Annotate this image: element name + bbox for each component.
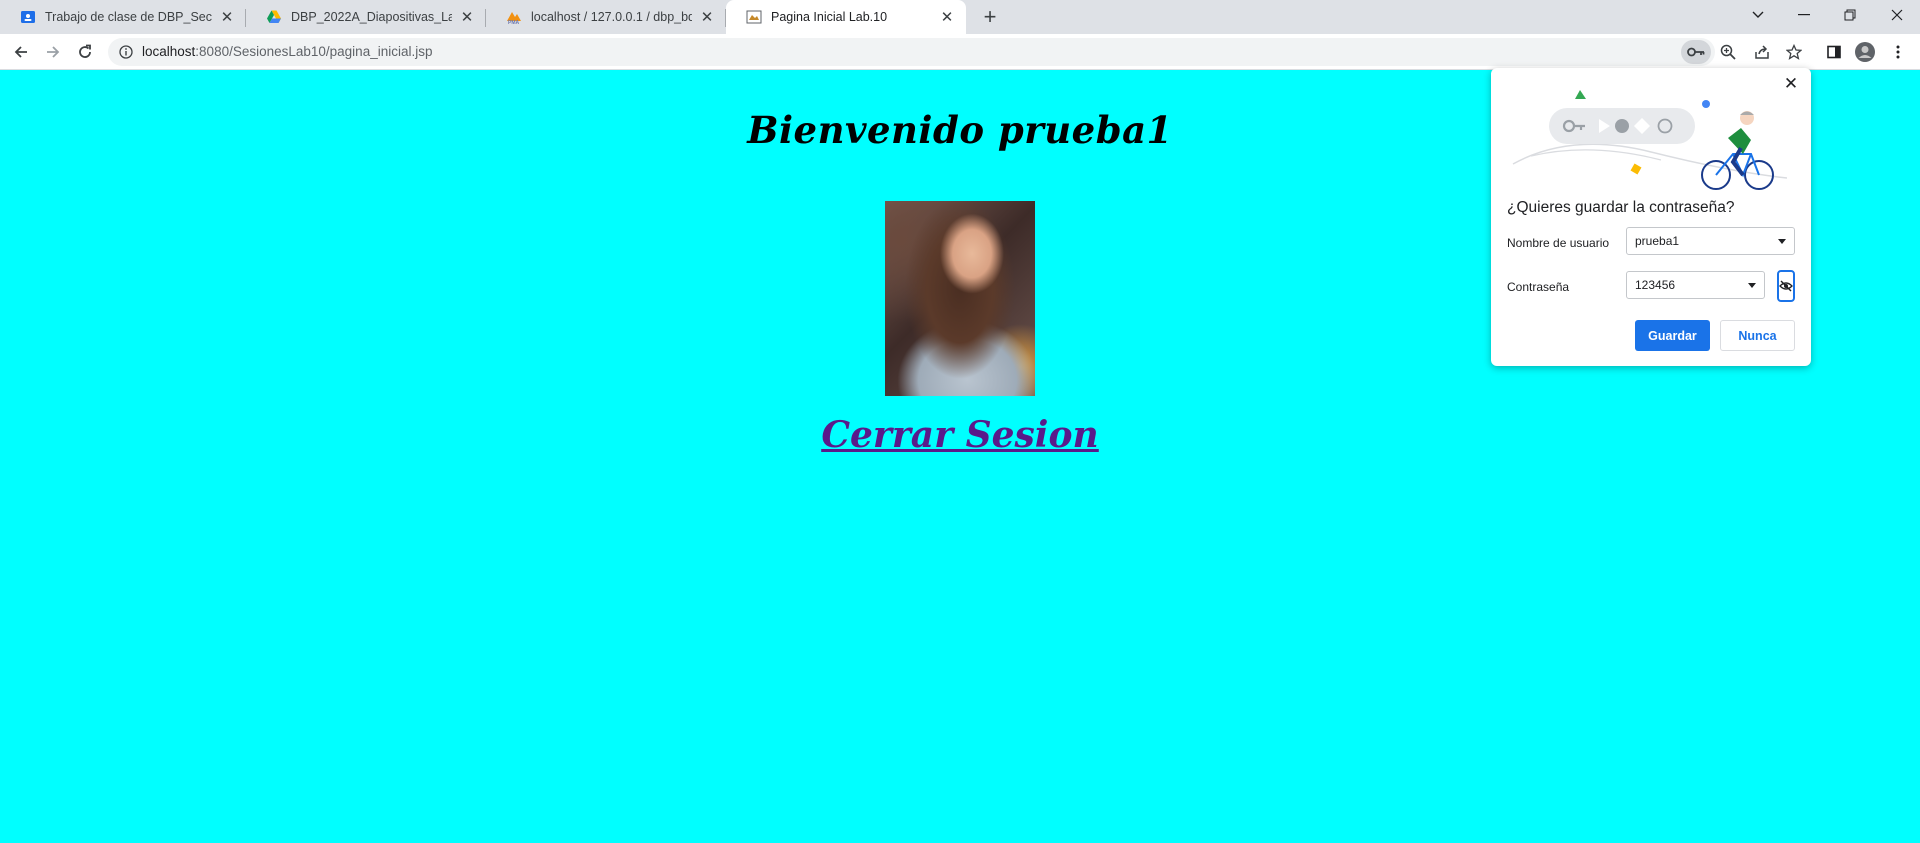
phpmyadmin-icon: PMA xyxy=(506,9,522,25)
password-illustration-icon xyxy=(1512,90,1787,190)
logout-link[interactable]: Cerrar Sesion xyxy=(0,414,1920,456)
logout-link-text[interactable]: Cerrar Sesion xyxy=(821,414,1098,456)
classroom-icon xyxy=(20,9,36,25)
url-host: localhost xyxy=(142,44,196,59)
profile-avatar-icon[interactable] xyxy=(1853,40,1877,64)
tab-title: localhost / 127.0.0.1 / dbp_bd_cookies xyxy=(531,10,692,24)
username-label: Nombre de usuario xyxy=(1507,236,1610,250)
tab-search-icon[interactable] xyxy=(1735,0,1781,30)
close-tab-icon[interactable]: ✕ xyxy=(218,8,236,26)
tab-phpmyadmin[interactable]: PMA localhost / 127.0.0.1 / dbp_bd_cooki… xyxy=(486,0,726,34)
never-save-button[interactable]: Nunca xyxy=(1720,320,1795,351)
tab-classroom[interactable]: Trabajo de clase de DBP_SecA_2022A ✕ xyxy=(0,0,246,34)
tab-strip: Trabajo de clase de DBP_SecA_2022A ✕ DBP… xyxy=(0,0,1920,34)
save-password-question: ¿Quieres guardar la contraseña? xyxy=(1507,199,1735,216)
eye-off-icon xyxy=(1779,280,1793,292)
new-tab-button[interactable]: + xyxy=(977,4,1003,29)
tab-title: DBP_2022A_Diapositivas_Lab_10.pdf xyxy=(291,10,452,24)
password-label: Contraseña xyxy=(1507,280,1570,294)
url-path: :8080/SesionesLab10/pagina_inicial.jsp xyxy=(195,44,433,59)
site-info-icon[interactable] xyxy=(118,44,134,60)
page-icon xyxy=(746,9,762,25)
menu-dots-icon[interactable] xyxy=(1886,40,1910,64)
zoom-icon[interactable] xyxy=(1716,40,1740,64)
tab-pagina-inicial[interactable]: Pagina Inicial Lab.10 ✕ xyxy=(726,0,966,34)
drive-icon xyxy=(266,9,282,25)
password-value: 123456 xyxy=(1635,278,1676,292)
reload-icon[interactable] xyxy=(71,38,99,66)
side-panel-icon[interactable] xyxy=(1822,40,1846,64)
restore-icon[interactable] xyxy=(1827,0,1873,30)
tab-drive-pdf[interactable]: DBP_2022A_Diapositivas_Lab_10.pdf ✕ xyxy=(246,0,486,34)
key-icon[interactable] xyxy=(1681,40,1711,64)
bookmark-star-icon[interactable] xyxy=(1782,40,1806,64)
username-field[interactable]: prueba1 xyxy=(1626,227,1795,255)
tab-title: Trabajo de clase de DBP_SecA_2022A xyxy=(45,10,212,24)
password-field[interactable]: 123456 xyxy=(1626,271,1765,299)
svg-text:PMA: PMA xyxy=(508,20,520,25)
close-window-icon[interactable] xyxy=(1874,0,1920,30)
tab-title: Pagina Inicial Lab.10 xyxy=(771,10,888,24)
chevron-down-icon[interactable] xyxy=(1778,239,1786,244)
minimize-icon[interactable] xyxy=(1781,0,1827,30)
back-arrow-icon[interactable] xyxy=(7,38,35,66)
close-tab-icon[interactable]: ✕ xyxy=(458,8,476,26)
url-text[interactable]: localhost:8080/SesionesLab10/pagina_inic… xyxy=(142,44,432,59)
close-tab-icon[interactable]: ✕ xyxy=(938,8,956,26)
close-tab-icon[interactable]: ✕ xyxy=(698,8,716,26)
username-value: prueba1 xyxy=(1635,234,1680,248)
save-password-dialog: ✕ ¿Quieres guardar la contraseña? Nombre… xyxy=(1491,68,1811,366)
chevron-down-icon[interactable] xyxy=(1748,283,1756,288)
address-bar[interactable]: localhost:8080/SesionesLab10/pagina_inic… xyxy=(108,38,1715,66)
save-password-button[interactable]: Guardar xyxy=(1635,320,1710,351)
toggle-password-visibility-button[interactable] xyxy=(1777,270,1795,302)
share-icon[interactable] xyxy=(1750,40,1774,64)
browser-toolbar: localhost:8080/SesionesLab10/pagina_inic… xyxy=(0,34,1920,70)
profile-photo xyxy=(885,201,1035,396)
forward-arrow-icon[interactable] xyxy=(39,38,67,66)
